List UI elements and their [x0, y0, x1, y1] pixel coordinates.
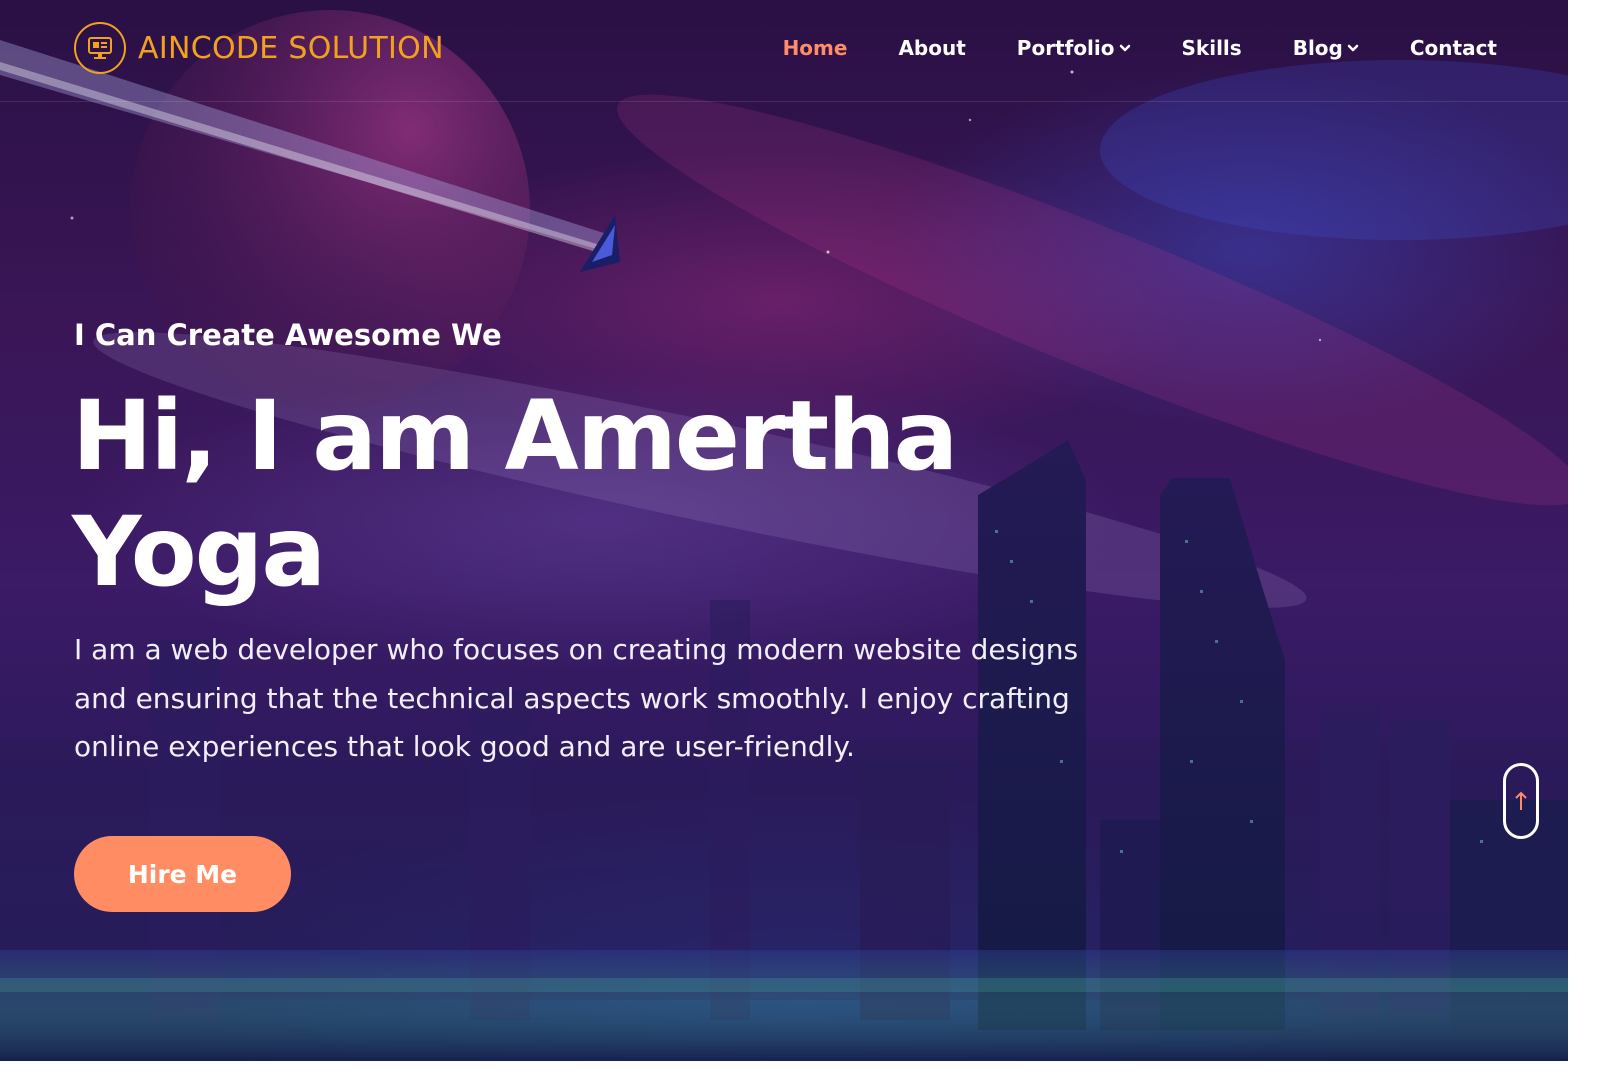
nav-portfolio-label: Portfolio [1016, 36, 1115, 60]
nav-about[interactable]: About [898, 36, 965, 60]
nav-contact-label: Contact [1409, 36, 1497, 60]
hero-title-line1: Hi, I am Amertha [72, 380, 958, 492]
hero-title-line2: Yoga [72, 496, 326, 608]
nav-home[interactable]: Home [783, 36, 848, 60]
hero-page: AINCODE SOLUTION Home About Portfolio Sk… [0, 0, 1568, 1061]
nav-home-label: Home [782, 36, 848, 60]
hero-eyebrow: I Can Create Awesome We [74, 318, 502, 352]
nav-blog[interactable]: Blog [1293, 36, 1359, 60]
brand-logo[interactable]: AINCODE SOLUTION [74, 22, 444, 74]
hero-title: Hi, I am Amertha Yoga [72, 378, 1052, 610]
chevron-down-icon [1347, 44, 1359, 52]
hero-description: I am a web developer who focuses on crea… [74, 633, 1079, 763]
site-header: AINCODE SOLUTION Home About Portfolio Sk… [0, 0, 1568, 102]
brand-name: AINCODE SOLUTION [138, 30, 444, 66]
scroll-to-top-button[interactable] [1503, 763, 1539, 839]
chevron-down-icon [1119, 44, 1130, 52]
main-nav: Home About Portfolio Skills Blog Contact [732, 36, 1497, 60]
nav-contact[interactable]: Contact [1410, 36, 1497, 60]
arrow-up-icon [1515, 791, 1527, 810]
nav-about-label: About [898, 36, 966, 60]
hire-me-button[interactable]: Hire Me [74, 836, 291, 912]
monitor-icon [74, 22, 126, 74]
nav-skills[interactable]: Skills [1182, 36, 1242, 60]
nav-portfolio[interactable]: Portfolio [1017, 36, 1131, 60]
nav-skills-label: Skills [1181, 36, 1242, 60]
nav-blog-label: Blog [1292, 36, 1343, 60]
